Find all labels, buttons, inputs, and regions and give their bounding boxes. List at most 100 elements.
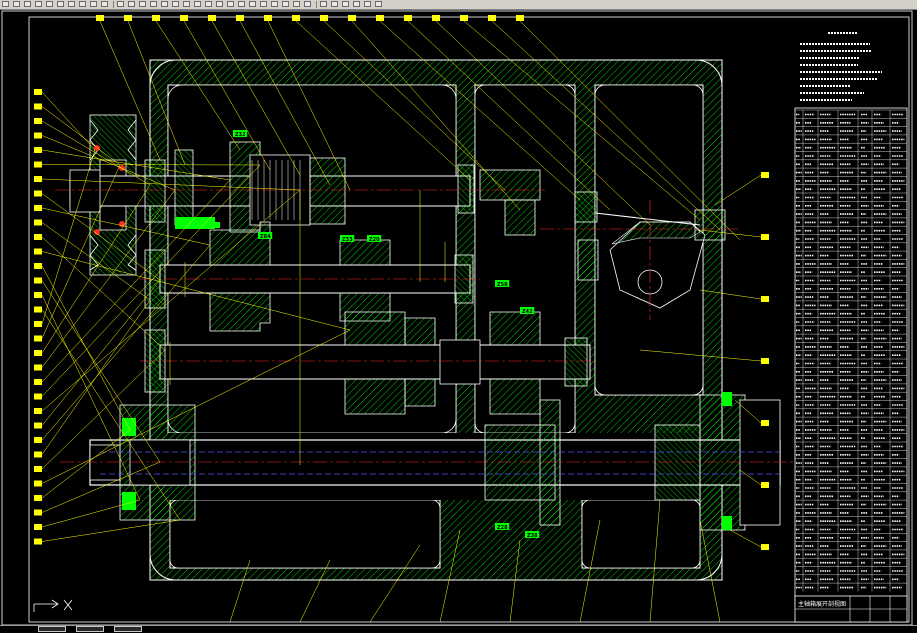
toolbar-button[interactable] xyxy=(128,1,135,7)
toolbar-button[interactable] xyxy=(249,1,256,7)
toolbar-button[interactable] xyxy=(320,1,327,7)
part-bubble xyxy=(124,15,132,21)
technical-requirements xyxy=(800,32,882,101)
ucs-icon xyxy=(33,599,73,612)
part-bubble xyxy=(34,306,42,313)
leader-line xyxy=(41,149,96,325)
part-bubble xyxy=(376,15,384,21)
gear-label: Z33 xyxy=(342,237,353,243)
toolbar-button[interactable] xyxy=(227,1,234,7)
toolbar-button[interactable] xyxy=(293,1,300,7)
part-bubble xyxy=(34,422,42,429)
part-bubble xyxy=(34,248,42,255)
title-block-name: 主轴箱展开剖视图 xyxy=(798,600,846,608)
tab-layout2[interactable] xyxy=(114,626,142,632)
part-bubble xyxy=(34,379,42,385)
part-bubble xyxy=(236,15,244,21)
part-bubble xyxy=(34,408,42,414)
part-bubble xyxy=(34,176,42,182)
gear-label: Z38 xyxy=(527,533,538,539)
part-bubble xyxy=(96,15,104,21)
toolbar-button[interactable] xyxy=(46,1,53,7)
part-bubble xyxy=(761,358,769,364)
part-bubble xyxy=(34,495,42,501)
part-bubble xyxy=(208,15,216,21)
toolbar-button[interactable] xyxy=(364,1,371,7)
part-bubble xyxy=(761,544,769,550)
toolbar-separator xyxy=(316,1,317,8)
part-bubble xyxy=(34,263,42,269)
toolbar-button[interactable] xyxy=(79,1,86,7)
tab-model[interactable] xyxy=(38,626,66,632)
toolbar-button[interactable] xyxy=(183,1,190,7)
part-bubble xyxy=(34,451,42,458)
part-bubble xyxy=(460,15,468,21)
leader-line xyxy=(41,279,161,426)
toolbar-button[interactable] xyxy=(205,1,212,7)
toolbar-button[interactable] xyxy=(260,1,267,7)
part-bubble xyxy=(34,190,42,197)
part-bubble xyxy=(34,292,42,298)
gear-label: Z20 xyxy=(369,237,380,243)
part-bubble xyxy=(34,437,42,443)
toolbar-button[interactable] xyxy=(13,1,20,7)
leader-line xyxy=(41,91,96,151)
part-bubble xyxy=(34,132,42,139)
gear-label: Z42 xyxy=(522,309,533,315)
part-bubble xyxy=(320,15,328,21)
toolbar-button[interactable] xyxy=(271,1,278,7)
toolbar-button[interactable] xyxy=(238,1,245,7)
title-block: 主轴箱展开剖视图 xyxy=(794,595,908,623)
toolbar-button[interactable] xyxy=(139,1,146,7)
part-bubble xyxy=(34,103,42,110)
part-bubble xyxy=(34,234,42,240)
toolbar-button[interactable] xyxy=(150,1,157,7)
part-bubble xyxy=(34,350,42,356)
toolbar-button[interactable] xyxy=(172,1,179,7)
part-bubble xyxy=(34,393,42,400)
parts-list xyxy=(794,107,908,607)
part-bubble xyxy=(34,480,42,487)
part-bubble xyxy=(34,538,42,545)
toolbar-button[interactable] xyxy=(117,1,124,7)
part-bubble xyxy=(34,89,42,95)
part-bubble xyxy=(34,524,42,530)
gear-label: Z32 xyxy=(235,132,246,138)
part-bubble xyxy=(152,15,160,21)
toolbar-button[interactable] xyxy=(161,1,168,7)
part-bubble xyxy=(516,15,524,21)
toolbar-button[interactable] xyxy=(194,1,201,7)
gear-label: Z84 xyxy=(260,234,271,240)
part-bubble xyxy=(761,482,769,488)
toolbar-button[interactable] xyxy=(216,1,223,7)
part-bubble xyxy=(34,147,42,153)
leader-line xyxy=(729,529,762,548)
toolbar-button[interactable] xyxy=(282,1,289,7)
part-bubble xyxy=(34,118,42,124)
toolbar-button[interactable] xyxy=(353,1,360,7)
toolbar-button[interactable] xyxy=(35,1,42,7)
tab-layout1[interactable] xyxy=(76,626,104,632)
toolbar-button[interactable] xyxy=(375,1,382,7)
toolbar-button[interactable] xyxy=(24,1,31,7)
part-bubble xyxy=(264,15,272,21)
part-bubble xyxy=(761,296,769,302)
toolbar-button[interactable] xyxy=(90,1,97,7)
part-bubble xyxy=(761,234,769,240)
toolbar-button[interactable] xyxy=(101,1,108,7)
toolbar-button[interactable] xyxy=(331,1,338,7)
part-bubble xyxy=(34,321,42,327)
toolbar-button[interactable] xyxy=(57,1,64,7)
part-bubble xyxy=(761,420,769,426)
toolbar-button[interactable] xyxy=(68,1,75,7)
part-bubble xyxy=(404,15,412,21)
cad-drawing-canvas[interactable]: Z32 Z84 Z33 Z20 Z58 Z42 Z28 Z38 主轴箱展开剖视图 xyxy=(0,9,917,625)
toolbar-button[interactable] xyxy=(2,1,9,7)
part-bubble xyxy=(488,15,496,21)
toolbar-button[interactable] xyxy=(304,1,311,7)
part-bubble xyxy=(34,161,42,168)
toolbar-separator xyxy=(113,1,114,8)
part-bubble xyxy=(34,364,42,371)
toolbar-button[interactable] xyxy=(342,1,349,7)
part-bubble xyxy=(34,335,42,342)
